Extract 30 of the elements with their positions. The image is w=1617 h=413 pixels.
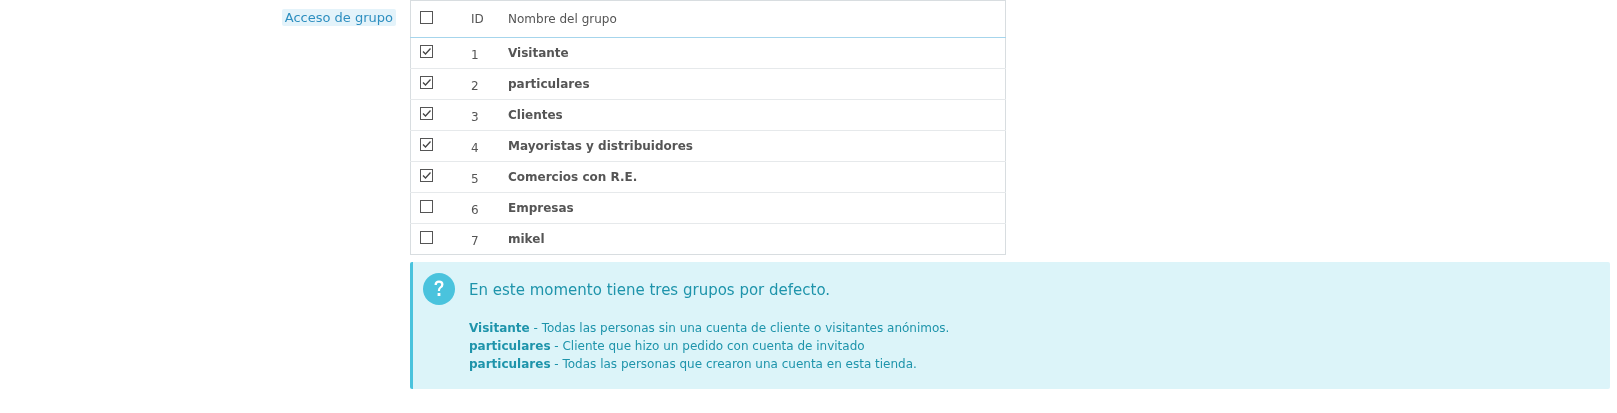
table-cell-text: 5: [470, 171, 479, 186]
table-cell: particulares: [508, 77, 590, 91]
help-title: En este momento tiene tres grupos por defecto.: [469, 280, 832, 299]
table-cell-text: 3: [470, 109, 479, 124]
help-text: particulares - Cliente que hizo un pedido con cuenta de invitado: [469, 338, 866, 355]
table-cell-text: 2: [470, 78, 479, 93]
checkbox[interactable]: [420, 76, 433, 89]
table-cell-text: 7: [470, 233, 479, 248]
field-label: Acceso de grupo: [281, 9, 396, 26]
table-cell-text: 4: [470, 140, 479, 155]
table-cell: Mayoristas y distribuidores: [508, 139, 693, 153]
checkbox[interactable]: [420, 200, 433, 213]
checkbox[interactable]: [420, 45, 433, 58]
table-cell-text: 6: [470, 202, 479, 217]
table-cell: Comercios con R.E.: [508, 170, 638, 184]
table-cell: mikel: [508, 232, 545, 246]
column-header: ID: [470, 12, 484, 26]
checkbox[interactable]: [420, 231, 433, 244]
help-text: particulares - Todas las personas que crearon una cuenta en esta tienda.: [469, 356, 918, 373]
table-cell: Visitante: [508, 46, 569, 60]
table-cell: Empresas: [508, 201, 574, 215]
checkbox[interactable]: [420, 11, 433, 24]
help-text: Visitante - Todas las personas sin una cuenta de cliente o visitantes anónimos.: [469, 320, 950, 337]
checkbox[interactable]: [420, 107, 433, 120]
table-cell-text: 1: [470, 47, 479, 62]
checkbox[interactable]: [420, 169, 433, 182]
column-header: Nombre del grupo: [508, 12, 617, 26]
table-cell: Clientes: [508, 108, 563, 122]
question-icon: [423, 273, 455, 305]
checkbox[interactable]: [420, 138, 433, 151]
